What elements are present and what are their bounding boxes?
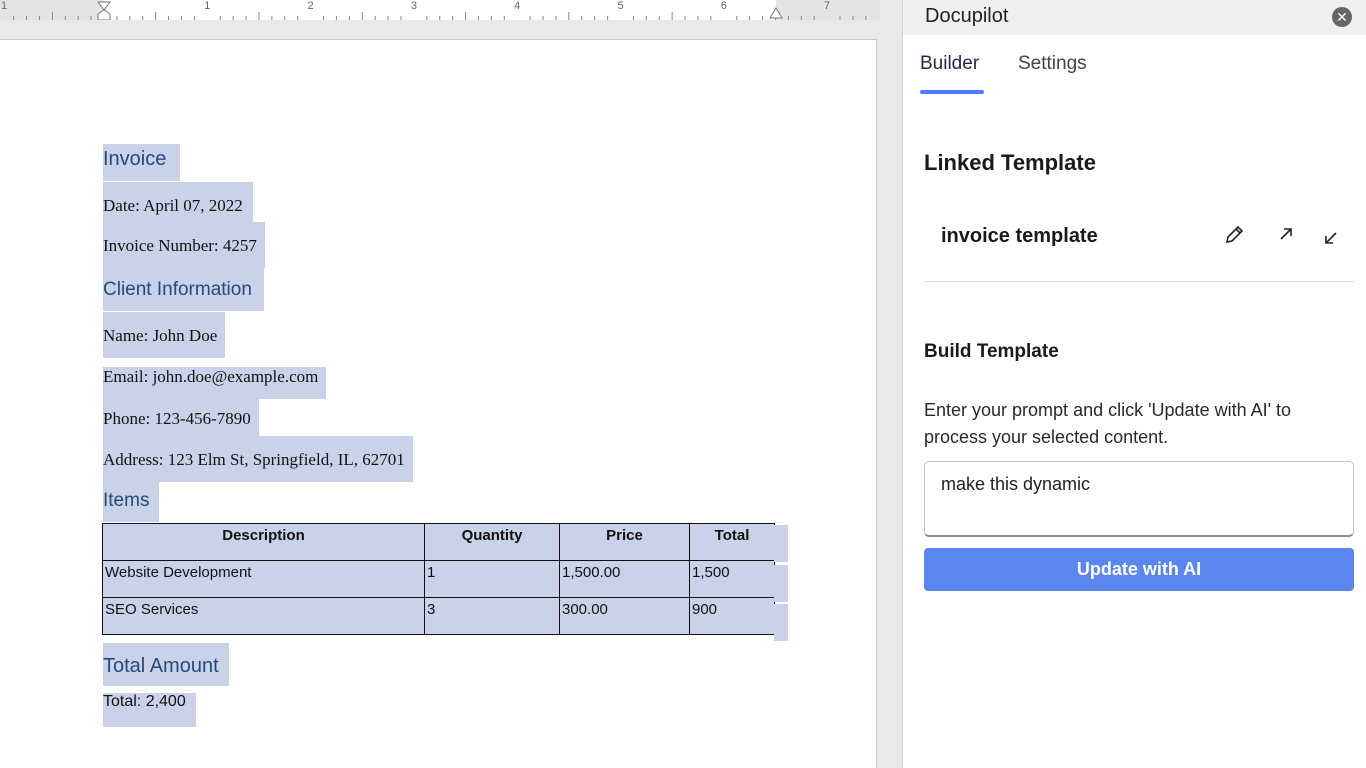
active-tab-indicator <box>920 90 984 94</box>
invoice-date: Date: April 07, 2022 <box>103 182 253 226</box>
selection-tail <box>774 565 788 602</box>
phone-line: Phone: 123-456-7890 <box>103 395 259 441</box>
table-header-cell: Description <box>102 523 425 561</box>
table-cell[interactable]: 900 <box>689 597 775 635</box>
table-header-cell: Total <box>689 523 775 561</box>
client-heading-line: Client Information <box>103 263 264 311</box>
tab-builder[interactable]: Builder <box>920 53 979 75</box>
build-template-description: Enter your prompt and click 'Update with… <box>924 400 1292 447</box>
total-amount-heading: Total Amount <box>103 643 229 686</box>
table-cell[interactable]: SEO Services <box>102 597 425 635</box>
open-external-icon[interactable] <box>1276 224 1296 249</box>
template-name: invoice template <box>941 225 1098 247</box>
divider <box>924 281 1354 282</box>
total-line: Total: 2,400 <box>103 693 196 727</box>
unlink-icon[interactable] <box>1321 228 1341 253</box>
table-header-cell: Quantity <box>424 523 560 561</box>
client-name: Name: John Doe <box>103 312 226 358</box>
invoice-number-line: Invoice Number: 4257 <box>103 222 265 268</box>
address-line: Address: 123 Elm St, Springfield, IL, 62… <box>103 436 413 482</box>
docupilot-panel: Docupilot ✕ Builder Settings Linked Temp… <box>902 0 1366 768</box>
client-phone: Phone: 123-456-7890 <box>103 395 259 441</box>
table-row: SEO Services 3 300.00 900 <box>102 597 775 635</box>
total-heading-line: Total Amount <box>103 643 229 686</box>
ruler-number: 3 <box>411 0 417 12</box>
pencil-icon[interactable] <box>1223 224 1245 251</box>
ruler-number: 7 <box>824 0 830 12</box>
items-heading: Items <box>103 478 160 522</box>
selection-tail <box>774 604 788 641</box>
tab-settings[interactable]: Settings <box>1018 53 1087 75</box>
panel-header: Docupilot ✕ <box>903 0 1366 35</box>
ruler-graphic: 1 2 3 4 5 6 7 1 <box>0 0 880 20</box>
ruler-number: 2 <box>308 0 314 12</box>
panel-title: Docupilot <box>925 5 1009 27</box>
invoice-number: Invoice Number: 4257 <box>103 222 265 268</box>
table-cell[interactable]: 3 <box>424 597 560 635</box>
ruler-number: 4 <box>514 0 520 12</box>
update-with-ai-button[interactable]: Update with AI <box>924 548 1354 591</box>
close-icon[interactable]: ✕ <box>1332 7 1352 27</box>
ruler[interactable]: 1 2 3 4 5 6 7 1 <box>0 0 880 20</box>
selection-tail <box>774 525 788 562</box>
table-cell[interactable]: 1,500.00 <box>559 560 690 598</box>
invoice-title: Invoice <box>103 144 181 181</box>
document-area: 1 2 3 4 5 6 7 1 Invoice Date: April 07, 2022 In… <box>0 0 902 768</box>
invoice-title-line: Invoice <box>103 144 181 181</box>
ruler-number: 1 <box>204 0 210 12</box>
document-page[interactable]: Invoice Date: April 07, 2022 Invoice Num… <box>0 39 877 768</box>
ruler-number: 5 <box>617 0 623 12</box>
total-value: Total: 2,400 <box>103 693 196 727</box>
table-row: Website Development 1 1,500.00 1,500 <box>102 560 775 598</box>
items-heading-line: Items <box>103 478 160 522</box>
table-header-cell: Price <box>559 523 690 561</box>
table-cell[interactable]: Website Development <box>102 560 425 598</box>
linked-template-heading: Linked Template <box>924 150 1096 175</box>
client-info-heading: Client Information <box>103 263 264 311</box>
build-template-heading: Build Template <box>924 341 1059 362</box>
table-header-row: Description Quantity Price Total <box>102 523 775 561</box>
items-table[interactable]: Description Quantity Price Total Website… <box>102 523 775 635</box>
name-line: Name: John Doe <box>103 312 226 358</box>
table-cell[interactable]: 300.00 <box>559 597 690 635</box>
prompt-input[interactable]: make this dynamic <box>924 461 1354 537</box>
table-cell[interactable]: 1 <box>424 560 560 598</box>
date-line: Date: April 07, 2022 <box>103 182 253 226</box>
table-cell[interactable]: 1,500 <box>689 560 775 598</box>
client-address: Address: 123 Elm St, Springfield, IL, 62… <box>103 436 413 482</box>
ruler-number: 1 <box>1 0 7 12</box>
ruler-number: 6 <box>721 0 727 12</box>
